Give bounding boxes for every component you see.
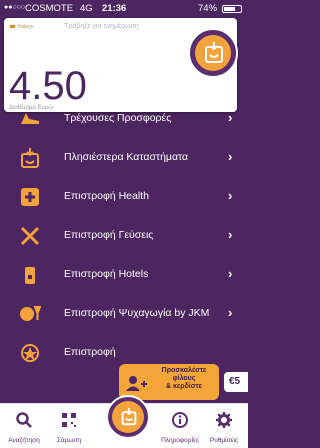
chevron-right-icon: › [228,227,233,242]
carrier-name: COSMOTE [25,3,74,14]
invite-reward-badge[interactable]: €5 [224,372,248,392]
tab-info[interactable]: Πληροφορίες [156,404,204,448]
clock: 21:36 [102,3,127,14]
pull-to-refresh-hint: Τράβηξε για ενημέρωση [64,23,139,30]
receipt-icon [205,42,223,63]
chevron-right-icon: › [228,266,233,281]
network-type: 4G [80,3,93,14]
invite-text: Προσκαλέστε φίλους & κερδίστε [161,367,207,390]
menu-item-current-offers[interactable]: Τρέχουσες Προσφορές › [0,99,248,138]
tab-wallet-center[interactable] [106,395,150,439]
add-user-icon [126,376,147,391]
qr-code-icon [62,413,76,427]
gear-icon [216,412,232,428]
chevron-right-icon: › [228,305,233,320]
wallet-button[interactable] [188,28,238,78]
shoe-icon [21,113,39,124]
health-cross-icon [21,188,39,206]
search-icon [16,412,32,428]
status-bar: ●●○○○ COSMOTE 4G 21:36 74% [0,0,248,18]
star-circle-icon [21,344,39,362]
brand-logo: Yodeyo [10,24,34,30]
tab-settings[interactable]: Ρυθμίσεις [200,404,248,448]
menu-item-entertainment[interactable]: Επιστροφή Ψυχαγωγία by JKM › [0,294,248,333]
main-menu: Τρέχουσες Προσφορές › Πλησιέστερα Καταστ… [0,99,248,372]
tab-search[interactable]: Αναζήτηση [0,404,48,448]
chevron-right-icon: › [228,110,233,125]
menu-item-food[interactable]: Επιστροφή Γεύσεις › [0,216,248,255]
chevron-right-icon: › [228,149,233,164]
entertainment-icon [20,306,41,321]
utensils-icon [20,226,40,246]
battery-percent: 74% [198,3,218,14]
hotel-icon [25,267,35,284]
invite-friends-banner[interactable]: Προσκαλέστε φίλους & κερδίστε [119,364,219,400]
tab-scan[interactable]: Σάρωση [45,404,93,448]
info-icon [172,412,188,428]
menu-item-health[interactable]: Επιστροφή Health › [0,177,248,216]
store-icon [21,148,39,168]
battery-icon [222,5,242,13]
menu-item-nearest-stores[interactable]: Πλησιέστερα Καταστήματα › [0,138,248,177]
receipt-icon [121,408,137,426]
chevron-right-icon: › [228,188,233,203]
signal-strength: ●●○○○ [4,4,26,11]
menu-item-hotels[interactable]: Επιστροφή Hotels › [0,255,248,294]
